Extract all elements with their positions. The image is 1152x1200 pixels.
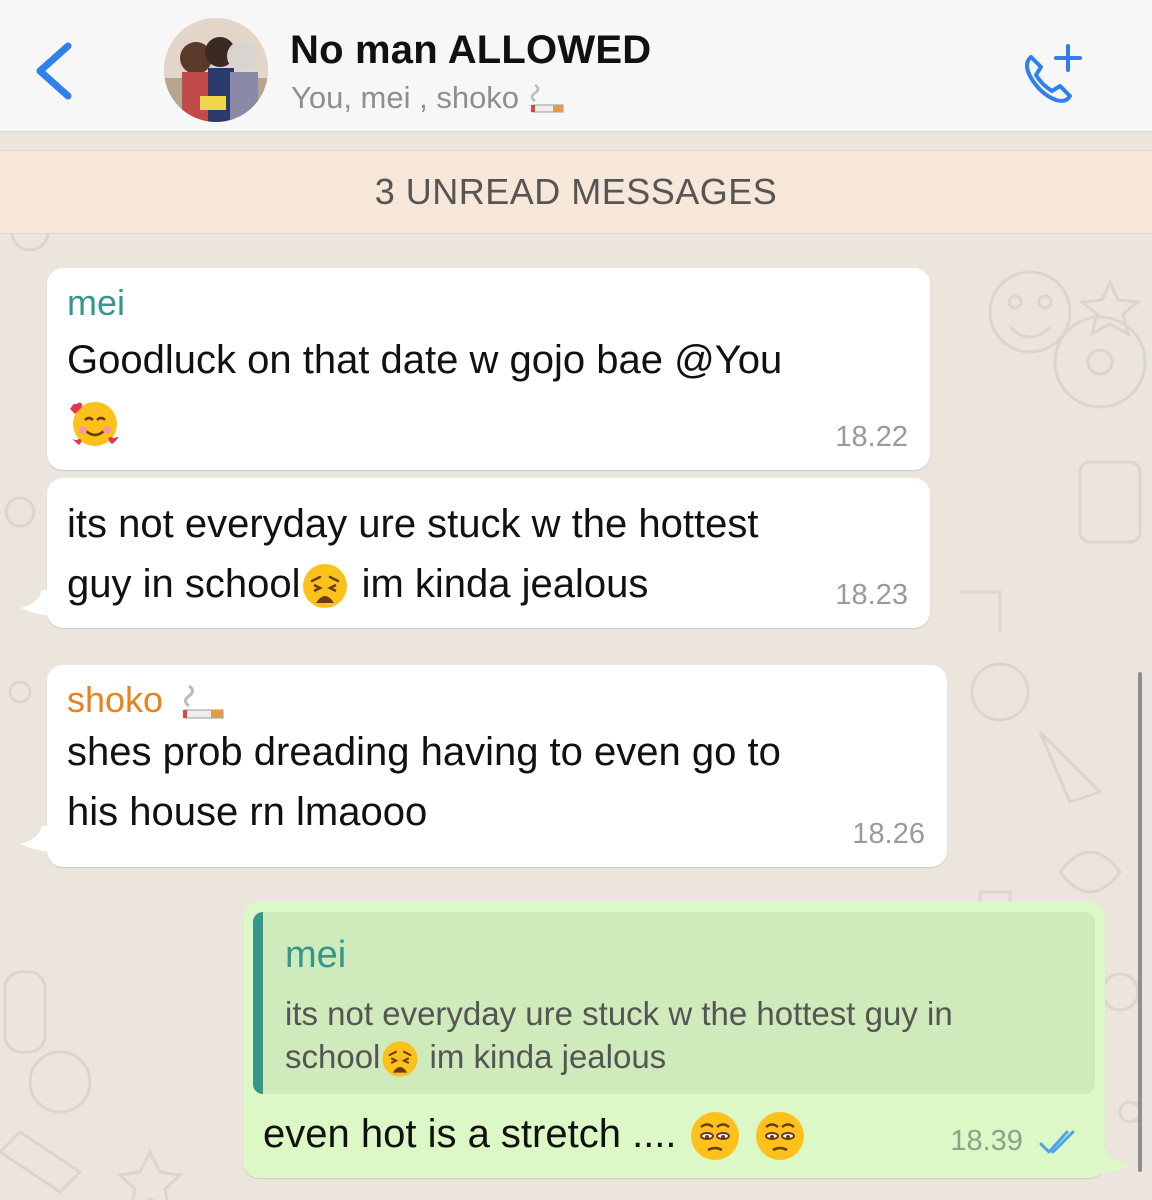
message-line: im kinda jealous <box>350 562 649 606</box>
chat-title[interactable]: No man ALLOWED <box>290 28 651 73</box>
cigarette-icon <box>530 83 564 113</box>
message-line: guy in school <box>67 562 301 606</box>
weary-face-icon <box>382 1041 418 1077</box>
message-time: 18.39 <box>950 1125 1023 1157</box>
message-text: even hot is a stretch .... <box>263 1104 807 1164</box>
bubble-tail <box>1098 1148 1128 1174</box>
message-time: 18.22 <box>835 421 908 453</box>
outgoing-message-bubble[interactable]: mei its not everyday ure stuck w the hot… <box>243 902 1105 1178</box>
weary-face-icon <box>303 564 348 609</box>
unread-messages-banner: 3 UNREAD MESSAGES <box>0 150 1152 234</box>
quoted-line: im kinda jealous <box>420 1038 667 1075</box>
message-bubble[interactable]: shoko shes prob dreading having to even … <box>47 665 947 867</box>
quoted-sender: mei <box>285 934 347 976</box>
quoted-text: its not everyday ure stuck w the hottest… <box>285 992 1085 1079</box>
add-call-button[interactable] <box>1016 38 1088 104</box>
message-line: Goodluck on that date w gojo bae @You <box>67 338 783 382</box>
scrollbar[interactable] <box>1138 672 1142 1172</box>
bubble-tail <box>20 590 50 616</box>
message-bubble[interactable]: mei Goodluck on that date w gojo bae @Yo… <box>47 268 930 470</box>
chat-participants[interactable]: You, mei , shoko <box>291 80 567 116</box>
chevron-left-icon <box>36 42 72 100</box>
message-time: 18.23 <box>835 579 908 611</box>
message-sender[interactable]: shoko <box>67 679 927 722</box>
pleading-face-icon <box>690 1112 739 1161</box>
group-avatar[interactable] <box>164 18 268 122</box>
quoted-message[interactable]: mei its not everyday ure stuck w the hot… <box>253 912 1095 1094</box>
message-sender[interactable]: mei <box>67 282 910 324</box>
message-line: shes prob dreading having to even go to <box>67 730 781 775</box>
message-bubble[interactable]: its not everyday ure stuck w the hottest… <box>47 478 930 628</box>
back-button[interactable] <box>30 40 76 102</box>
message-time-status: 18.39 <box>950 1125 1081 1158</box>
message-text: Goodluck on that date w gojo bae @You <box>67 330 910 450</box>
participants-text: You, mei , shoko <box>291 80 520 115</box>
message-line: his house rn lmaooo <box>67 790 428 835</box>
message-line: even hot is a stretch .... <box>263 1112 677 1156</box>
add-call-icon <box>1025 44 1082 103</box>
smiling-face-with-hearts-icon <box>67 402 120 449</box>
chat-header: No man ALLOWED You, mei , shoko <box>0 0 1152 132</box>
quote-accent-bar <box>253 912 263 1094</box>
sender-name: shoko <box>67 679 164 720</box>
pleading-face-icon <box>755 1112 804 1161</box>
quoted-line: its not everyday ure stuck w the hottest… <box>285 995 953 1032</box>
message-text: shes prob dreading having to even go to … <box>67 722 927 842</box>
message-time: 18.26 <box>852 818 925 850</box>
quoted-line: school <box>285 1038 381 1075</box>
message-line: its not everyday ure stuck w the hottest <box>67 502 759 546</box>
bubble-tail <box>20 826 50 852</box>
message-text: its not everyday ure stuck w the hottest… <box>67 494 910 614</box>
double-check-read-icon <box>1039 1130 1075 1154</box>
cigarette-icon <box>183 685 224 719</box>
